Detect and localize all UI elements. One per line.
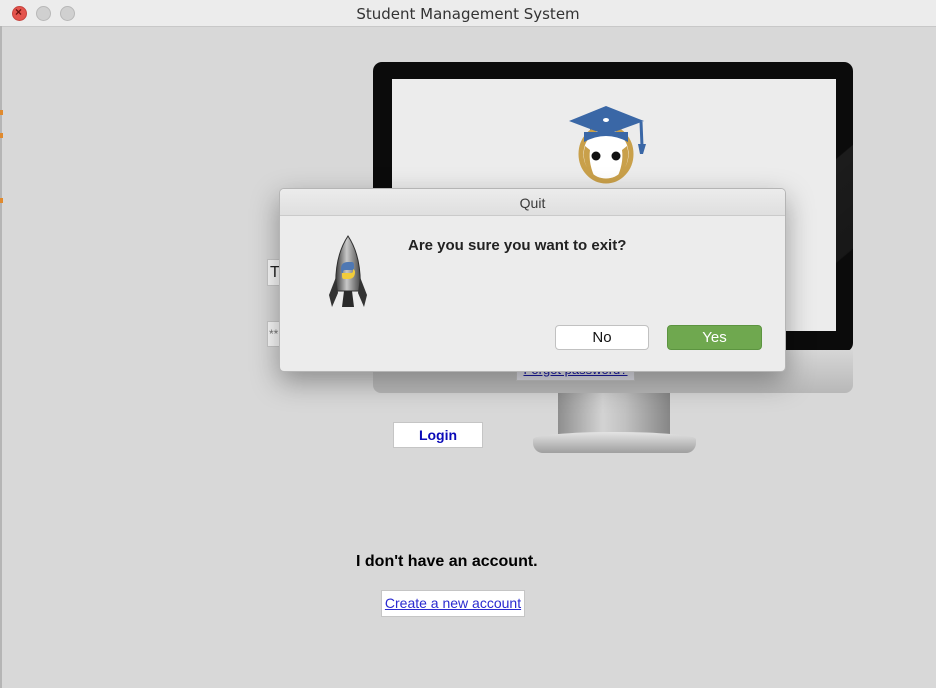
graduate-logo-icon	[569, 106, 646, 184]
dialog-message: Are you sure you want to exit?	[408, 237, 627, 254]
login-button[interactable]: Login	[393, 422, 483, 448]
monitor-base	[533, 432, 696, 453]
dialog-title: Quit	[519, 195, 546, 211]
monitor-stand	[558, 393, 670, 435]
yes-button[interactable]: Yes	[667, 325, 762, 350]
background-edge-mark	[0, 133, 3, 138]
background-edge-mark	[0, 198, 3, 203]
window-titlebar: × Student Management System	[0, 0, 936, 27]
create-account-link[interactable]: Create a new account	[381, 590, 525, 617]
dialog-titlebar: Quit	[280, 189, 785, 216]
window-title: Student Management System	[356, 5, 580, 23]
window-left-edge	[0, 26, 2, 688]
python-rocket-icon	[329, 235, 367, 307]
no-button[interactable]: No	[555, 325, 649, 350]
quit-dialog: Quit Are you sure you want to exit? No Y…	[279, 188, 786, 372]
main-window: × Student Management System T ** Forgot …	[0, 0, 936, 688]
background-edge-mark	[0, 110, 3, 115]
no-account-label: I don't have an account.	[356, 553, 538, 570]
